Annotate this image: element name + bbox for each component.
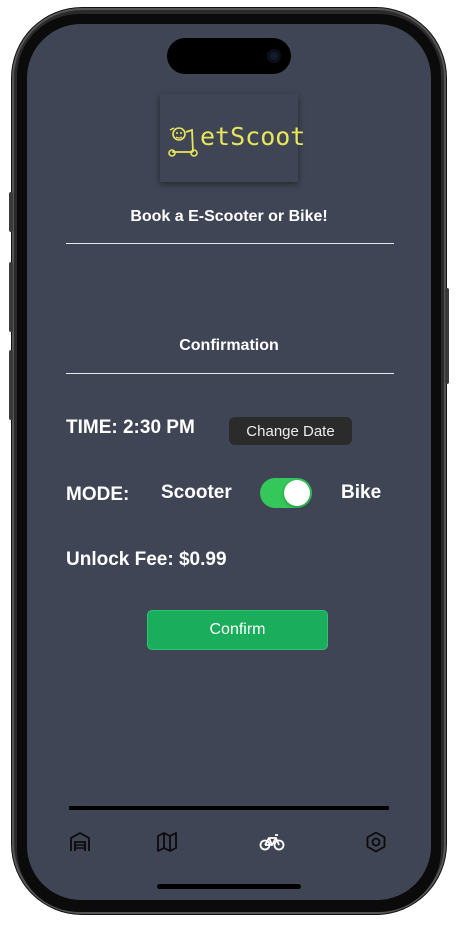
front-camera xyxy=(267,49,281,63)
page-tagline: Book a E-Scooter or Bike! xyxy=(130,208,328,225)
action-button xyxy=(9,192,13,232)
tab-bar-divider xyxy=(69,806,389,810)
confirm-button[interactable]: Confirm xyxy=(147,610,328,650)
mode-label: MODE: xyxy=(66,484,130,505)
app-screen: etScoot Book a E-Scooter or Bike! Confir… xyxy=(27,24,431,900)
divider-top xyxy=(66,243,394,244)
garage-icon[interactable] xyxy=(68,830,92,854)
divider-section xyxy=(66,373,394,374)
mode-option-scooter: Scooter xyxy=(161,482,232,503)
change-date-button[interactable]: Change Date xyxy=(229,417,352,445)
time-label: TIME: 2:30 PM xyxy=(66,417,195,438)
dynamic-island xyxy=(167,38,291,74)
mode-toggle[interactable] xyxy=(260,478,312,508)
mode-option-bike: Bike xyxy=(341,482,382,503)
scooter-logo-icon xyxy=(168,127,198,157)
section-title: Confirmation xyxy=(179,337,279,354)
home-indicator[interactable] xyxy=(157,884,301,889)
power-button xyxy=(445,288,449,384)
unlock-fee-label: Unlock Fee: $0.99 xyxy=(66,549,227,570)
map-icon[interactable] xyxy=(155,830,179,854)
app-logo: etScoot xyxy=(160,94,305,182)
settings-icon[interactable] xyxy=(364,830,388,854)
volume-down-button xyxy=(9,350,13,420)
bike-icon[interactable] xyxy=(259,830,285,854)
logo-wordmark: etScoot xyxy=(200,122,306,151)
volume-up-button xyxy=(9,262,13,332)
toggle-knob xyxy=(284,480,310,506)
